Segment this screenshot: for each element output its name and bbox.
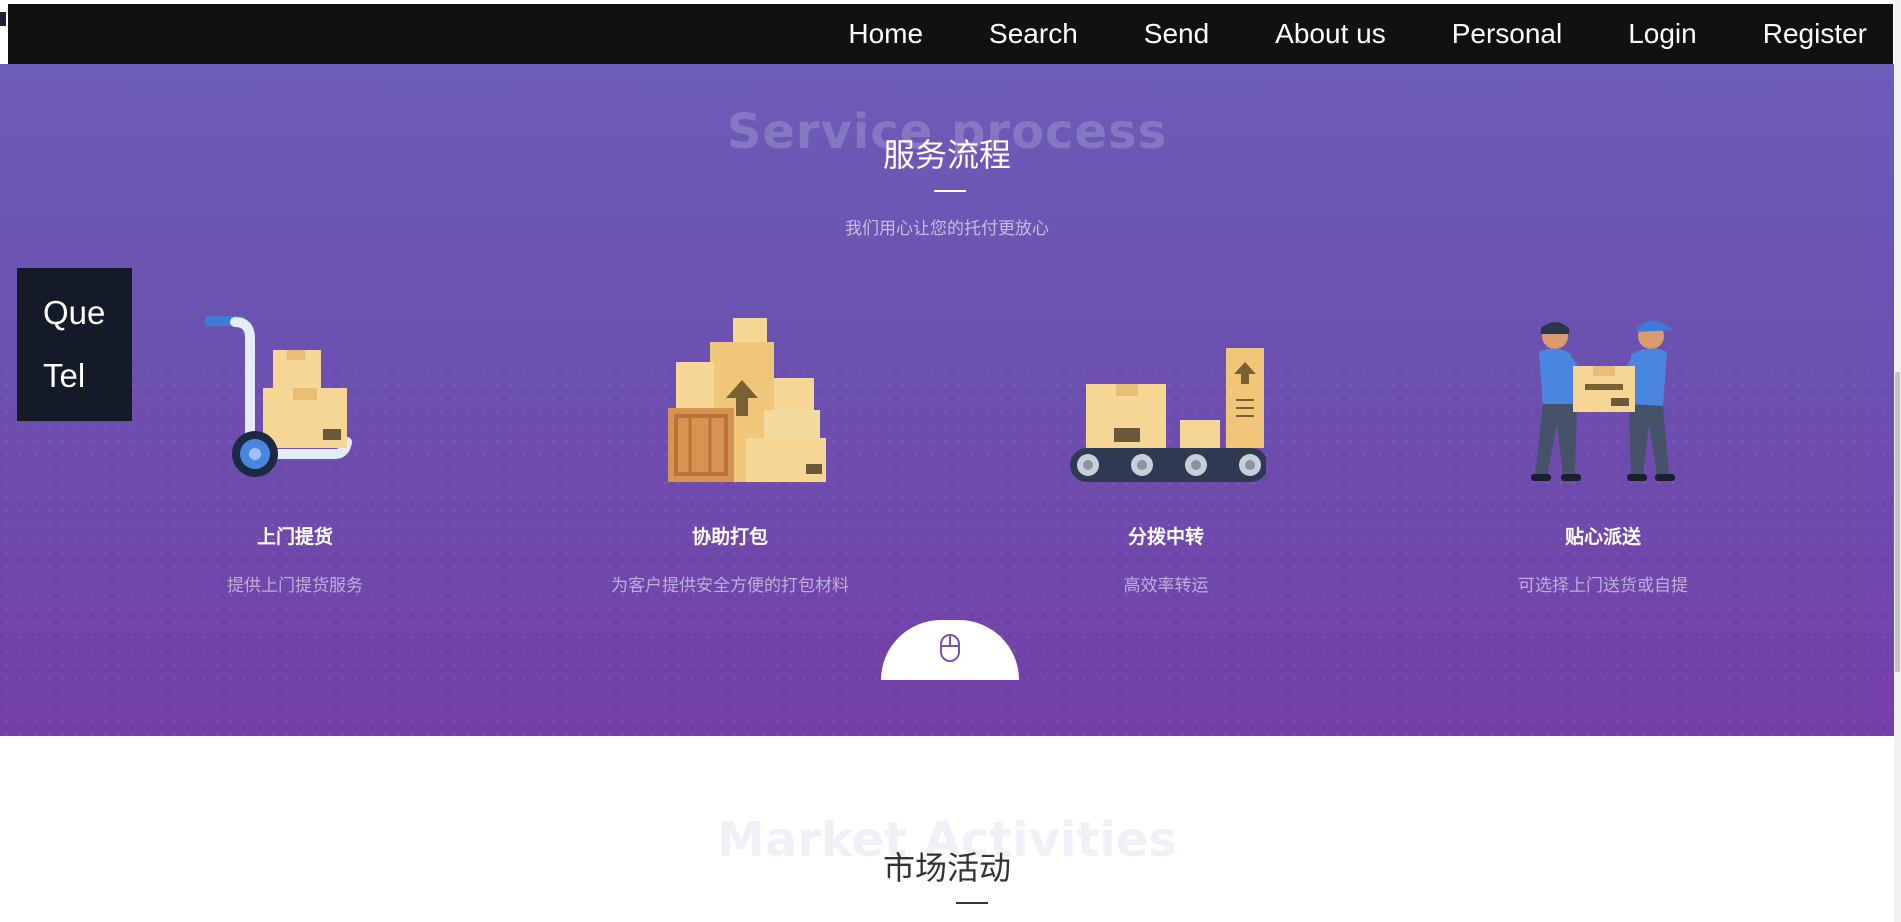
service-item-transfer: 分拨中转 高效率转运: [966, 314, 1366, 596]
mouse-scroll-icon[interactable]: [939, 633, 961, 663]
service-item-delivery: 贴心派送 可选择上门送货或自提: [1403, 314, 1803, 596]
service-desc: 高效率转运: [1123, 576, 1209, 596]
contact-que-label[interactable]: Que: [43, 294, 105, 332]
service-desc: 提供上门提货服务: [227, 576, 363, 596]
service-item-packing: 协助打包 为客户提供安全方便的打包材料: [530, 314, 930, 596]
service-title: 分拨中转: [1127, 526, 1204, 548]
section-subtitle: 我们用心让您的托付更放心: [845, 219, 1049, 239]
nav-register[interactable]: Register: [1763, 18, 1867, 50]
contact-widget[interactable]: Que Tel: [17, 268, 132, 421]
scrollbar-thumb[interactable]: [1895, 372, 1900, 672]
delivery-people-icon: [1531, 320, 1675, 481]
nav-personal[interactable]: Personal: [1452, 18, 1563, 50]
section-title: 服务流程: [882, 136, 1011, 174]
packages-icon: [668, 318, 826, 482]
top-navbar: Home Search Send About us Personal Login…: [8, 4, 1893, 64]
nav-search[interactable]: Search: [989, 18, 1078, 50]
contact-tel-label[interactable]: Tel: [43, 357, 85, 395]
title-divider: [934, 190, 966, 192]
nav-login[interactable]: Login: [1628, 18, 1697, 50]
conveyor-icon: [1070, 348, 1266, 482]
nav-send[interactable]: Send: [1144, 18, 1209, 50]
service-item-pickup: 上门提货 提供上门提货服务: [95, 314, 495, 596]
service-desc: 为客户提供安全方便的打包材料: [611, 576, 849, 596]
service-title: 贴心派送: [1564, 526, 1641, 548]
window-corner-mark: [0, 12, 6, 26]
service-title: 上门提货: [256, 526, 333, 548]
service-desc: 可选择上门送货或自提: [1518, 576, 1688, 596]
hand-truck-icon: [205, 316, 352, 477]
market-title-divider: [956, 902, 988, 904]
nav-home[interactable]: Home: [848, 18, 923, 50]
nav-about-us[interactable]: About us: [1275, 18, 1386, 50]
market-title: 市场活动: [882, 849, 1011, 887]
service-title: 协助打包: [691, 526, 768, 548]
